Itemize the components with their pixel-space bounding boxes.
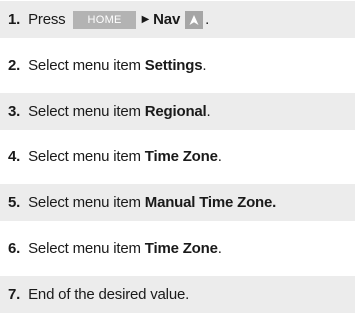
step-number: 3. — [8, 103, 21, 120]
step-5: 5. Select menu item Manual Time Zone. — [0, 184, 355, 221]
step-1: 1. Press HOME ▶ Nav . — [0, 1, 355, 38]
step-number: 1. — [8, 11, 21, 28]
step-suffix: . — [217, 148, 222, 165]
menu-item-name: Regional — [144, 103, 207, 120]
step-6: 6. Select menu item Time Zone. — [0, 230, 355, 267]
step-number: 5. — [8, 194, 21, 211]
step-number: 6. — [8, 240, 21, 257]
step-text: Select menu item — [28, 103, 141, 120]
step-number: 2. — [8, 57, 21, 74]
step-4: 4. Select menu item Time Zone. — [0, 138, 355, 175]
step-text: Select menu item — [28, 240, 141, 257]
step-suffix: . — [205, 11, 210, 28]
step-text: Select menu item — [28, 148, 141, 165]
menu-item-name: Time Zone — [144, 148, 218, 165]
step-suffix: . — [202, 57, 207, 74]
arrow-right-icon: ▶ — [141, 14, 150, 25]
step-3: 3. Select menu item Regional. — [0, 93, 355, 130]
step-suffix: . — [217, 240, 222, 257]
menu-item-name: Manual Time Zone. — [144, 194, 277, 211]
step-text: Select menu item — [28, 57, 141, 74]
nav-label: Nav — [153, 11, 181, 28]
step-text: Press — [28, 11, 66, 28]
step-7: 7. End of the desired value. — [0, 276, 355, 313]
menu-item-name: Time Zone — [144, 240, 218, 257]
home-button: HOME — [73, 10, 136, 29]
step-number: 4. — [8, 148, 21, 165]
step-text: End of the desired value. — [28, 286, 190, 303]
step-number: 7. — [8, 286, 21, 303]
navigation-arrow-icon — [185, 10, 204, 29]
step-text: Select menu item — [28, 194, 141, 211]
instruction-steps: 1. Press HOME ▶ Nav . 2. Select menu ite… — [0, 0, 355, 322]
step-suffix: . — [206, 103, 211, 120]
step-2: 2. Select menu item Settings. — [0, 47, 355, 84]
menu-item-name: Settings — [144, 57, 203, 74]
